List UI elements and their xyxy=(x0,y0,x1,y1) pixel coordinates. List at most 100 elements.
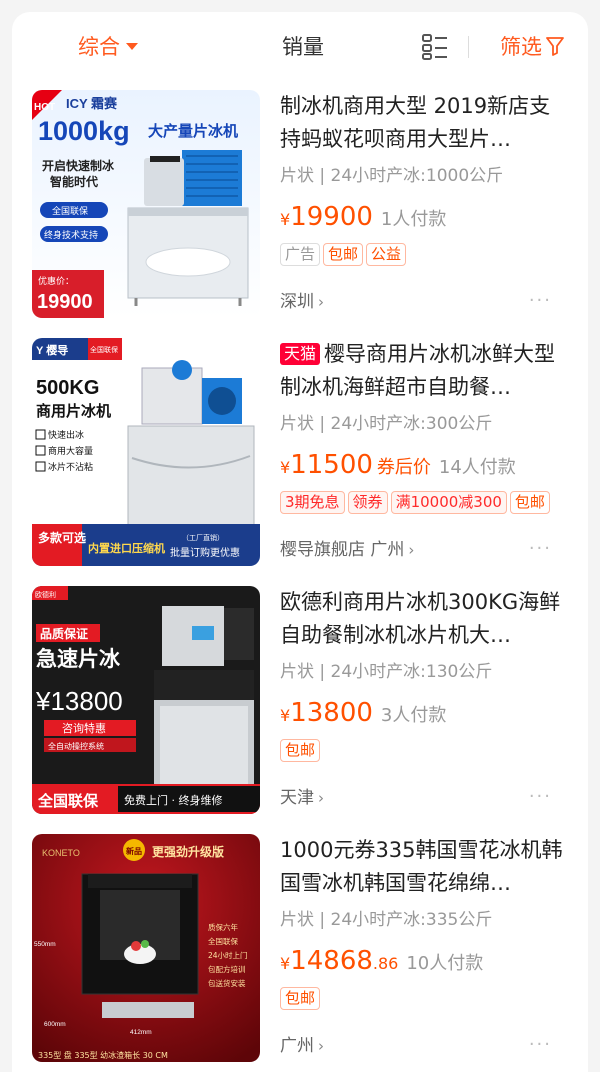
tag-free-shipping: 包邮 xyxy=(509,491,550,514)
thumb-brand: KONETO xyxy=(42,848,80,858)
thumb-dim-d: 600mm xyxy=(44,1021,66,1028)
thumb-sub: 全自动操控系统 xyxy=(48,741,104,751)
filter-bar: 综合 销量 筛选 xyxy=(12,12,588,84)
tag-free-shipping: 包邮 xyxy=(280,987,321,1010)
thumb-headline2: 大产量片冰机 xyxy=(148,122,238,140)
shop-location-link[interactable]: 广州 › xyxy=(280,1034,324,1058)
thumb-bottom: 335型 盘 335型 幼冰渣箱长 30 CM xyxy=(38,1050,168,1060)
location-label: 深圳 xyxy=(280,292,314,312)
product-image[interactable]: 欧德利 品质保证 急速片冰 ¥13800 咨询特惠 全自动操控系统 全国联保 免… xyxy=(32,586,260,814)
more-options-icon[interactable]: ··· xyxy=(529,290,552,311)
buyer-count: 14人付款 xyxy=(438,457,516,478)
thumb-promo-price: 19900 xyxy=(37,291,93,313)
price-row: ¥11500 券后价 14人付款 xyxy=(280,448,570,485)
sort-dropdown[interactable]: 综合 xyxy=(78,32,138,62)
thumb-headline: 急速片冰 xyxy=(36,647,121,671)
sort-by-sales[interactable]: 销量 xyxy=(282,32,324,62)
thumb-dim-h: 550mm xyxy=(34,941,56,948)
results-card: 综合 销量 筛选 HOT ICY 霜赛 1000kg 大产量片冰机 开启快速制冰… xyxy=(12,12,588,1072)
product-title[interactable]: 1000元券335韩国雪花冰机韩国雪冰机韩国雪花绵绵… xyxy=(280,834,570,900)
product-item[interactable]: KONETO 新品 更强劲升级版 550mm 600mm 412mm 质保六年 … xyxy=(12,834,588,1072)
chevron-right-icon: › xyxy=(318,293,324,311)
thumb-check3: 冰片不沾粘 xyxy=(48,461,93,473)
currency-symbol: ¥ xyxy=(280,210,291,229)
price-row: ¥13800 3人付款 xyxy=(280,696,570,733)
sort-label: 综合 xyxy=(78,35,120,59)
thumb-feature5: 包送货安装 xyxy=(208,978,246,988)
thumb-dim-w: 412mm xyxy=(130,1029,152,1036)
thumb-feature4: 包配方培训 xyxy=(208,964,246,974)
product-image[interactable]: KONETO 新品 更强劲升级版 550mm 600mm 412mm 质保六年 … xyxy=(32,834,260,1062)
price-row: ¥14868.86 10人付款 xyxy=(280,944,570,981)
product-image[interactable]: Y 樱导 全国联保 500KG 商用片冰机 快速出冰 商用大容量 冰片不沾粘 多… xyxy=(32,338,260,566)
currency-symbol: ¥ xyxy=(280,954,291,973)
product-image[interactable]: HOT ICY 霜赛 1000kg 大产量片冰机 开启快速制冰 智能时代 全国联… xyxy=(32,90,260,318)
shop-location-link[interactable]: 天津 › xyxy=(280,786,324,810)
hot-badge: HOT xyxy=(34,102,55,113)
product-info: 欧德利商用片冰机300KG海鲜自助餐制冰机冰片机大… 片状 | 24小时产冰:1… xyxy=(280,586,570,808)
thumb-headline: 更强劲升级版 xyxy=(152,844,224,859)
price-row: ¥19900 1人付款 xyxy=(280,200,570,237)
location-label: 天津 xyxy=(280,788,314,808)
thumb-bottom-right: 免费上门 · 终身维修 xyxy=(124,793,223,807)
thumb-check2: 商用大容量 xyxy=(48,445,93,457)
thumb-headline2: 商用片冰机 xyxy=(36,402,111,420)
filter-button[interactable]: 筛选 xyxy=(500,32,564,62)
layout-toggle-icon[interactable] xyxy=(422,34,448,60)
thumb-brand: Y 樱导 xyxy=(36,343,68,357)
product-price-decimal: .86 xyxy=(372,954,399,973)
tag-coupon[interactable]: 领券 xyxy=(347,491,388,514)
tag-ad: 广告 xyxy=(280,243,321,266)
tag-free-shipping: 包邮 xyxy=(280,739,321,762)
tag-list: 包邮 xyxy=(280,739,570,765)
currency-symbol: ¥ xyxy=(280,706,291,725)
product-item[interactable]: HOT ICY 霜赛 1000kg 大产量片冰机 开启快速制冰 智能时代 全国联… xyxy=(12,90,588,338)
product-spec: 片状 | 24小时产冰:335公斤 xyxy=(280,910,493,930)
tag-list: 包邮 xyxy=(280,987,570,1013)
thumb-bottom-right-small: （工厂直销） xyxy=(182,533,224,542)
currency-symbol: ¥ xyxy=(280,458,291,477)
location-label: 樱导旗舰店 广州 xyxy=(280,540,405,560)
product-title[interactable]: 制冰机商用大型 2019新店支持蚂蚁花呗商用大型片… xyxy=(280,90,570,156)
thumb-bottom-mid: 内置进口压缩机 xyxy=(88,541,165,555)
thumb-corner: 全国联保 xyxy=(90,345,118,354)
thumb-pill1: 全国联保 xyxy=(52,205,88,217)
product-spec: 片状 | 24小时产冰:300公斤 xyxy=(280,414,493,434)
product-item[interactable]: 欧德利 品质保证 急速片冰 ¥13800 咨询特惠 全自动操控系统 全国联保 免… xyxy=(12,586,588,834)
sales-label: 销量 xyxy=(282,35,324,59)
shop-location-link[interactable]: 深圳 › xyxy=(280,290,324,314)
tag-installment: 3期免息 xyxy=(280,491,345,514)
thumb-promo-label: 优惠价： xyxy=(38,275,74,287)
thumb-feature1: 质保六年 xyxy=(208,922,238,932)
product-title[interactable]: 天猫 樱导商用片冰机冰鲜大型制冰机海鲜超市自助餐… xyxy=(280,338,570,404)
thumb-feature2: 全国联保 xyxy=(208,936,238,946)
thumb-headline: 1000kg xyxy=(38,116,130,146)
thumb-tag1: 品质保证 xyxy=(40,626,88,641)
thumb-feature3: 24小时上门 xyxy=(208,950,248,960)
thumb-pill2: 终身技术支持 xyxy=(44,229,98,241)
filter-label: 筛选 xyxy=(500,35,542,59)
funnel-icon xyxy=(546,37,564,56)
product-price: 19900 xyxy=(290,202,373,232)
thumb-slogan2: 智能时代 xyxy=(49,174,98,189)
more-options-icon[interactable]: ··· xyxy=(529,786,552,807)
tag-free-shipping: 包邮 xyxy=(323,243,364,266)
product-item[interactable]: Y 樱导 全国联保 500KG 商用片冰机 快速出冰 商用大容量 冰片不沾粘 多… xyxy=(12,338,588,586)
product-price: 13800 xyxy=(290,698,373,728)
thumb-corner: 欧德利 xyxy=(35,590,56,599)
product-info: 制冰机商用大型 2019新店支持蚂蚁花呗商用大型片… 片状 | 24小时产冰:1… xyxy=(280,90,570,312)
more-options-icon[interactable]: ··· xyxy=(529,1034,552,1055)
product-title[interactable]: 欧德利商用片冰机300KG海鲜自助餐制冰机冰片机大… xyxy=(280,586,570,652)
thumb-check1: 快速出冰 xyxy=(48,429,84,441)
shop-location-link[interactable]: 樱导旗舰店 广州 › xyxy=(280,538,414,562)
tag-charity: 公益 xyxy=(366,243,407,266)
chevron-right-icon: › xyxy=(318,1037,324,1055)
thumb-new: 新品 xyxy=(126,846,142,856)
thumb-price: ¥13800 xyxy=(35,686,123,716)
product-info: 天猫 樱导商用片冰机冰鲜大型制冰机海鲜超市自助餐… 片状 | 24小时产冰:300… xyxy=(280,338,570,560)
more-options-icon[interactable]: ··· xyxy=(529,538,552,559)
product-info: 1000元券335韩国雪花冰机韩国雪冰机韩国雪花绵绵… 片状 | 24小时产冰:… xyxy=(280,834,570,1056)
caret-down-icon xyxy=(126,42,138,50)
product-title-text: 樱导商用片冰机冰鲜大型制冰机海鲜超市自助餐… xyxy=(280,342,556,399)
thumb-bottom-right: 批量订购更优惠 xyxy=(170,546,240,559)
